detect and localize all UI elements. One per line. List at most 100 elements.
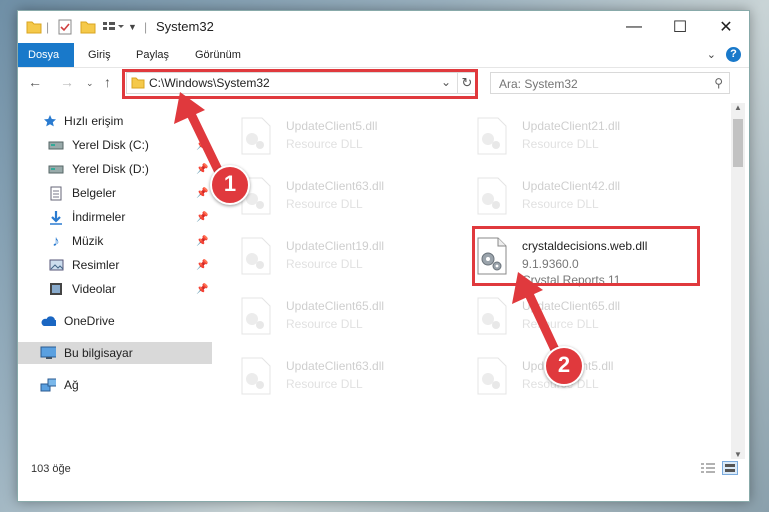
dll-file-icon (241, 237, 271, 275)
separator: | (144, 20, 148, 34)
window-title: System32 (156, 19, 214, 34)
details-view-icon[interactable] (700, 462, 716, 477)
music-icon: ♪ (52, 232, 60, 250)
folder-icon (131, 76, 145, 94)
sidebar-item-videos[interactable]: Videolar 📌 (18, 278, 212, 300)
sidebar-item-music[interactable]: ♪ Müzik 📌 (18, 230, 212, 252)
sidebar-item-label: Resimler (72, 258, 120, 272)
tab-paylas[interactable]: Paylaş (126, 43, 179, 67)
file-name: UpdateClient65.dll (286, 299, 385, 313)
navigation-bar: ← → ⌄ ↑ C:\Windows\System32 ⌄ ↻ ⚲ (18, 68, 749, 98)
file-item[interactable]: UpdateClient65.dll Resource DLL (476, 291, 698, 343)
file-item[interactable]: UpdateClient21.dll Resource DLL (476, 111, 698, 163)
expand-ribbon-icon[interactable]: ⌄ (707, 48, 716, 61)
scroll-up-icon[interactable]: ▲ (731, 103, 745, 112)
separator: | (46, 20, 50, 34)
customize-toolbar-icon[interactable] (102, 18, 124, 36)
videos-icon (48, 281, 64, 297)
file-type: Resource DLL (286, 257, 363, 271)
tab-giris[interactable]: Giriş (78, 43, 121, 67)
download-icon (48, 209, 64, 225)
sidebar-item-pictures[interactable]: Resimler 📌 (18, 254, 212, 276)
recent-locations-icon[interactable]: ⌄ (86, 78, 94, 89)
pin-icon[interactable]: 📌 (196, 284, 208, 295)
chevron-down-icon[interactable]: ⌄ (441, 75, 451, 89)
file-type: Resource DLL (522, 137, 599, 151)
file-name: UpdateClient63.dll (286, 179, 385, 193)
pin-icon[interactable]: 📌 (196, 188, 208, 199)
sidebar-item-label: Hızlı erişim (64, 114, 124, 128)
back-icon[interactable]: ← (28, 74, 42, 90)
tab-gorunum[interactable]: Görünüm (185, 43, 251, 67)
step-badge-1: 1 (210, 165, 250, 205)
tab-dosya[interactable]: Dosya (18, 43, 74, 67)
sidebar-item-this-pc[interactable]: Bu bilgisayar (18, 342, 212, 364)
file-item[interactable]: UpdateClient63.dll Resource DLL (240, 351, 462, 403)
pin-icon[interactable]: 📌 (196, 164, 208, 175)
minimize-button[interactable]: — (611, 11, 657, 43)
file-type: Resource DLL (286, 137, 363, 151)
file-type: Resource DLL (286, 317, 363, 331)
sidebar-item-label: Yerel Disk (D:) (72, 162, 149, 176)
network-icon (40, 377, 56, 393)
sidebar-item-documents[interactable]: Belgeler 📌 (18, 182, 212, 204)
dll-file-icon (477, 237, 507, 275)
status-bar: 103 öğe (18, 459, 749, 481)
sidebar-item-label: Bu bilgisayar (64, 346, 133, 360)
pin-icon[interactable]: 📌 (196, 212, 208, 223)
sidebar-item-onedrive[interactable]: OneDrive (18, 310, 212, 332)
sidebar-item-quick-access[interactable]: Hızlı erişim (18, 110, 212, 132)
file-name: UpdateClient42.dll (522, 179, 621, 193)
dll-file-icon (477, 297, 507, 335)
help-icon[interactable]: ? (726, 47, 741, 62)
dll-file-icon (241, 357, 271, 395)
documents-icon (48, 185, 64, 201)
file-name: UpdateClient65.dll (522, 299, 621, 313)
search-icon[interactable]: ⚲ (714, 76, 723, 90)
file-item[interactable]: UpdateClient63.dll Resource DLL (240, 171, 462, 223)
pin-icon[interactable]: 📌 (196, 236, 208, 247)
forward-icon[interactable]: → (60, 74, 74, 90)
file-item[interactable]: UpdateClient65.dll Resource DLL (240, 291, 462, 343)
navigation-pane: Hızlı erişim Yerel Disk (C:) 📌 Yerel Dis… (18, 107, 212, 459)
refresh-icon[interactable]: ↻ (457, 73, 476, 93)
scroll-down-icon[interactable]: ▼ (731, 450, 745, 459)
file-name: UpdateClient21.dll (522, 119, 621, 133)
folder-icon (26, 18, 42, 36)
pin-icon[interactable]: 📌 (196, 140, 208, 151)
star-icon (42, 113, 58, 129)
sidebar-item-local-disk-d[interactable]: Yerel Disk (D:) 📌 (18, 158, 212, 180)
file-item[interactable]: UpdateClient42.dll Resource DLL (476, 171, 698, 223)
address-bar[interactable]: C:\Windows\System32 ⌄ ↻ (126, 72, 476, 94)
search-box: ⚲ (490, 72, 730, 94)
new-folder-icon[interactable] (80, 18, 96, 36)
file-type: Resource DLL (522, 317, 599, 331)
file-type: Resource DLL (286, 377, 363, 391)
sidebar-item-label: İndirmeler (72, 210, 126, 224)
vertical-scrollbar[interactable]: ▲ ▼ (731, 103, 745, 459)
address-path: C:\Windows\System32 (149, 76, 270, 90)
file-item[interactable]: UpdateClient5.dll Resource DLL (476, 351, 698, 403)
file-name: UpdateClient19.dll (286, 239, 385, 253)
maximize-button[interactable]: ☐ (657, 11, 703, 43)
cloud-icon (40, 313, 56, 329)
dll-file-icon (477, 117, 507, 155)
sidebar-item-local-disk-c[interactable]: Yerel Disk (C:) 📌 (18, 134, 212, 156)
sidebar-item-label: OneDrive (64, 314, 115, 328)
scrollbar-thumb[interactable] (733, 119, 743, 167)
search-input[interactable] (497, 76, 701, 92)
file-item[interactable]: UpdateClient19.dll Resource DLL (240, 231, 462, 283)
up-icon[interactable]: ↑ (104, 74, 111, 90)
pin-icon[interactable]: 📌 (196, 260, 208, 271)
file-type: Resource DLL (286, 197, 363, 211)
file-item[interactable]: UpdateClient5.dll Resource DLL (240, 111, 462, 163)
computer-icon (40, 345, 56, 361)
item-count: 103 öğe (31, 463, 71, 475)
properties-icon[interactable] (58, 18, 72, 36)
dropdown-arrow-icon[interactable]: ▼ (128, 18, 137, 36)
tiles-view-icon[interactable] (722, 461, 738, 475)
file-item-crystaldecisions[interactable]: crystaldecisions.web.dll 9.1.9360.0 Crys… (476, 231, 698, 289)
sidebar-item-downloads[interactable]: İndirmeler 📌 (18, 206, 212, 228)
close-button[interactable]: ✕ (703, 11, 749, 43)
sidebar-item-network[interactable]: Ağ (18, 374, 212, 396)
